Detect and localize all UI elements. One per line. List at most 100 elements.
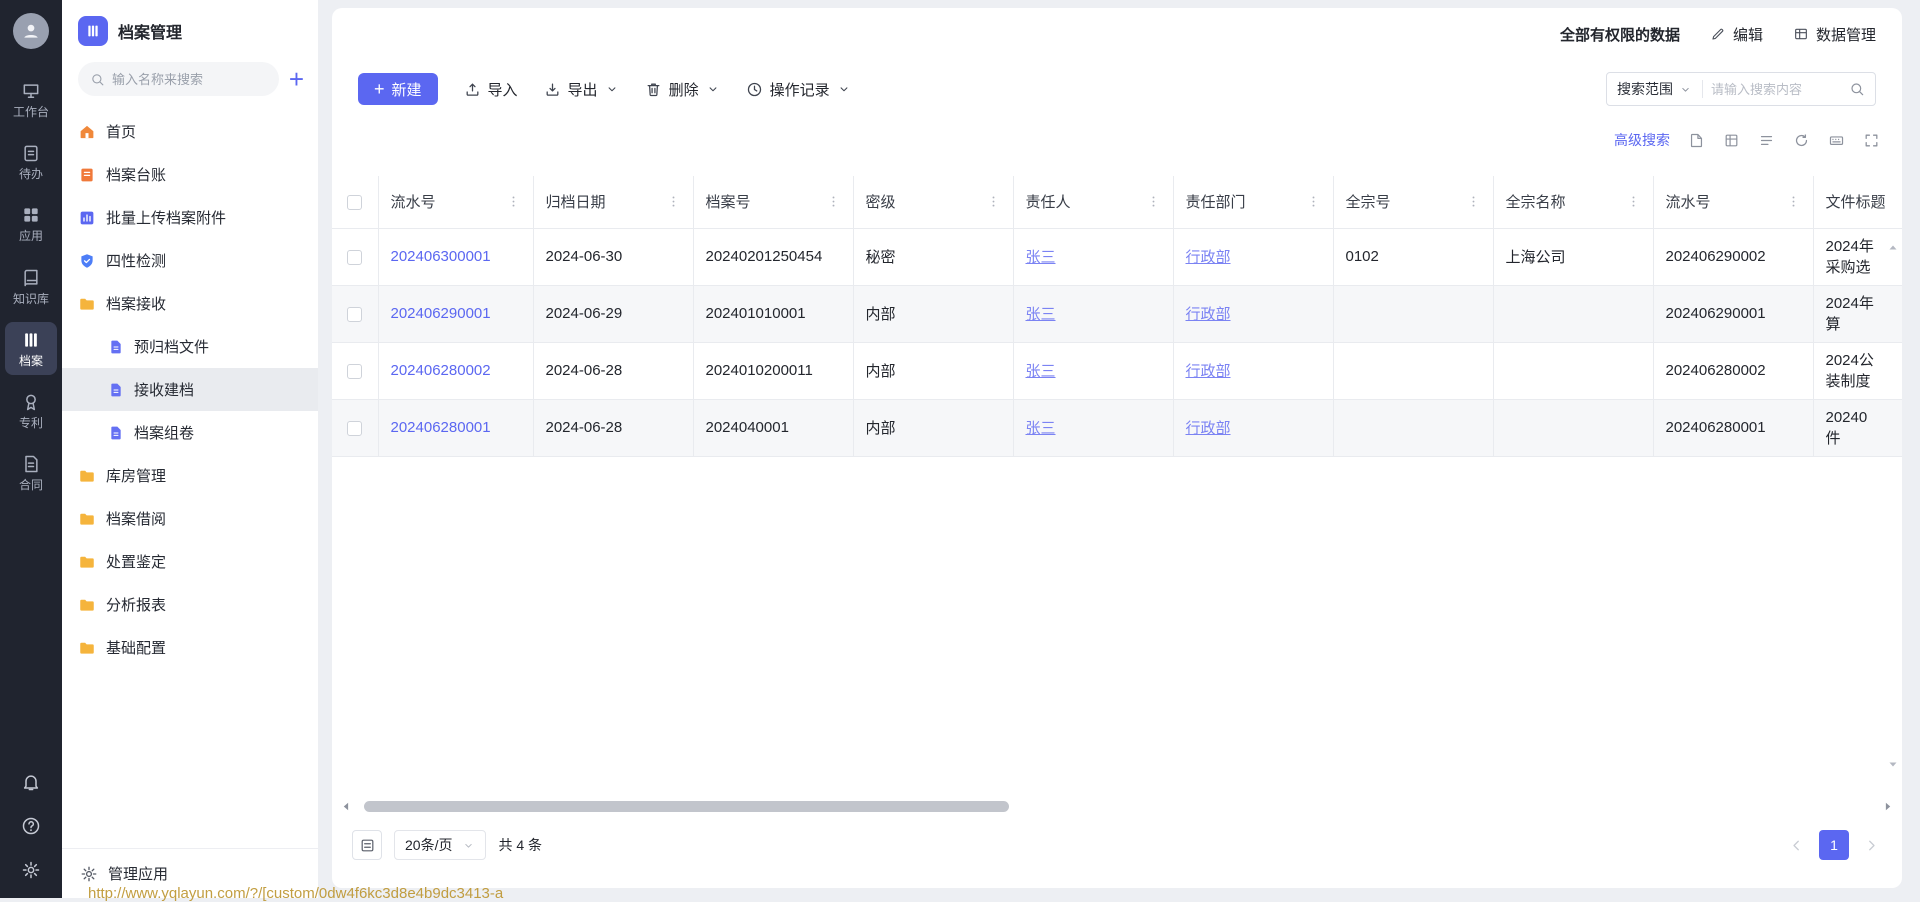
- rail-item-todo[interactable]: 待办: [5, 135, 57, 188]
- rail-item-archive[interactable]: 档案: [5, 322, 57, 375]
- search-submit-icon[interactable]: [1847, 81, 1875, 97]
- dept-link[interactable]: 行政部: [1186, 249, 1231, 266]
- row-checkbox[interactable]: [347, 307, 362, 322]
- sidebar-item-reports[interactable]: 分析报表: [62, 583, 318, 626]
- chevron-down-icon: [706, 82, 720, 96]
- column-menu-icon[interactable]: [1146, 194, 1161, 209]
- sidebar-item-borrow[interactable]: 档案借阅: [62, 497, 318, 540]
- pivot-view-icon[interactable]: [1723, 132, 1740, 149]
- dept-link[interactable]: 行政部: [1186, 306, 1231, 323]
- edit-button[interactable]: 编辑: [1710, 24, 1763, 45]
- table-row[interactable]: 202406280001 2024-06-28 2024040001 内部 张三…: [332, 399, 1902, 456]
- export-sheet-icon[interactable]: [1688, 132, 1705, 149]
- scroll-right-icon[interactable]: [1881, 800, 1894, 813]
- row-density-icon[interactable]: [1758, 132, 1775, 149]
- column-menu-icon[interactable]: [1306, 194, 1321, 209]
- select-all-checkbox[interactable]: [347, 195, 362, 210]
- operation-records-button[interactable]: 操作记录: [746, 79, 851, 100]
- column-header-dept[interactable]: 责任部门: [1173, 176, 1333, 228]
- prev-page-icon[interactable]: [1788, 837, 1805, 854]
- column-menu-icon[interactable]: [1626, 194, 1641, 209]
- data-manage-button[interactable]: 数据管理: [1793, 24, 1876, 45]
- sidebar-item-batch-upload[interactable]: 批量上传档案附件: [62, 196, 318, 239]
- sidebar-item-warehouse[interactable]: 库房管理: [62, 454, 318, 497]
- export-button[interactable]: 导出: [544, 79, 619, 100]
- serial-link[interactable]: 202406300001: [391, 248, 491, 265]
- serial-link[interactable]: 202406280001: [391, 419, 491, 436]
- owner-link[interactable]: 张三: [1026, 363, 1056, 380]
- fullscreen-icon[interactable]: [1863, 132, 1880, 149]
- column-header-file-title[interactable]: 文件标题: [1813, 176, 1902, 228]
- column-menu-icon[interactable]: [666, 194, 681, 209]
- owner-link[interactable]: 张三: [1026, 249, 1056, 266]
- row-checkbox[interactable]: [347, 421, 362, 436]
- column-header-serial[interactable]: 流水号: [378, 176, 533, 228]
- help-icon[interactable]: [21, 816, 41, 836]
- sidebar-item-archive-ledger[interactable]: 档案台账: [62, 153, 318, 196]
- user-avatar[interactable]: [13, 13, 49, 49]
- sidebar-item-receive-filing[interactable]: 接收建档: [62, 368, 318, 411]
- scroll-up-icon[interactable]: [1887, 242, 1899, 254]
- column-header-fonds-name[interactable]: 全宗名称: [1493, 176, 1653, 228]
- row-checkbox[interactable]: [347, 250, 362, 265]
- column-header-secrecy[interactable]: 密级: [853, 176, 1013, 228]
- row-checkbox[interactable]: [347, 364, 362, 379]
- rail-item-knowledge[interactable]: 知识库: [5, 260, 57, 313]
- cell-secrecy: 内部: [853, 342, 1013, 399]
- column-header-serial2[interactable]: 流水号: [1653, 176, 1813, 228]
- archive-icon: [21, 330, 41, 350]
- rail-item-patent[interactable]: 专利: [5, 384, 57, 437]
- column-header-fonds-no[interactable]: 全宗号: [1333, 176, 1493, 228]
- sidebar-item-pre-archive-files[interactable]: 预归档文件: [62, 325, 318, 368]
- record-detail-button[interactable]: [352, 830, 382, 860]
- column-menu-icon[interactable]: [986, 194, 1001, 209]
- new-record-button[interactable]: +新建: [358, 73, 438, 105]
- column-menu-icon[interactable]: [826, 194, 841, 209]
- column-menu-icon[interactable]: [1466, 194, 1481, 209]
- serial-link[interactable]: 202406290001: [391, 305, 491, 322]
- serial-link[interactable]: 202406280002: [391, 362, 491, 379]
- dept-link[interactable]: 行政部: [1186, 363, 1231, 380]
- sidebar-item-archive-binding[interactable]: 档案组卷: [62, 411, 318, 454]
- sidebar-item-basic-config[interactable]: 基础配置: [62, 626, 318, 669]
- table-search-input[interactable]: [1703, 82, 1847, 97]
- import-button[interactable]: 导入: [464, 79, 518, 100]
- scroll-left-icon[interactable]: [340, 800, 353, 813]
- rail-item-apps[interactable]: 应用: [5, 197, 57, 250]
- next-page-icon[interactable]: [1863, 837, 1880, 854]
- bell-icon[interactable]: [21, 772, 41, 792]
- settings-gear-icon[interactable]: [21, 860, 41, 880]
- sidebar-search-input[interactable]: [112, 72, 267, 87]
- column-header-archive-date[interactable]: 归档日期: [533, 176, 693, 228]
- page-size-select[interactable]: 20条/页: [394, 830, 486, 860]
- sidebar-item-archive-receive[interactable]: 档案接收: [62, 282, 318, 325]
- dept-link[interactable]: 行政部: [1186, 420, 1231, 437]
- refresh-icon[interactable]: [1793, 132, 1810, 149]
- table-row[interactable]: 202406280002 2024-06-28 2024010200011 内部…: [332, 342, 1902, 399]
- owner-link[interactable]: 张三: [1026, 306, 1056, 323]
- sidebar-item-disposal[interactable]: 处置鉴定: [62, 540, 318, 583]
- column-menu-icon[interactable]: [1786, 194, 1801, 209]
- column-header-archive-no[interactable]: 档案号: [693, 176, 853, 228]
- cell-dept: 行政部: [1173, 285, 1333, 342]
- owner-link[interactable]: 张三: [1026, 420, 1056, 437]
- rail-item-workbench[interactable]: 工作台: [5, 73, 57, 126]
- add-button[interactable]: +: [289, 68, 304, 90]
- column-menu-icon[interactable]: [506, 194, 521, 209]
- advanced-search-link[interactable]: 高级搜索: [1614, 130, 1670, 150]
- manage-app-button[interactable]: 管理应用: [62, 848, 318, 898]
- sidebar-item-home[interactable]: 首页: [62, 110, 318, 153]
- page-number-button[interactable]: 1: [1819, 830, 1849, 860]
- column-header-owner[interactable]: 责任人: [1013, 176, 1173, 228]
- scroll-down-icon[interactable]: [1887, 758, 1899, 770]
- rail-item-contract[interactable]: 合同: [5, 446, 57, 499]
- scrollbar-thumb[interactable]: [364, 801, 1009, 812]
- sidebar-search-box[interactable]: [78, 62, 279, 96]
- sidebar-item-four-checks[interactable]: 四性检测: [62, 239, 318, 282]
- search-scope-dropdown[interactable]: 搜索范围: [1607, 79, 1702, 99]
- delete-button[interactable]: 删除: [645, 79, 720, 100]
- table-row[interactable]: 202406290001 2024-06-29 202401010001 内部 …: [332, 285, 1902, 342]
- table-row[interactable]: 202406300001 2024-06-30 20240201250454 秘…: [332, 228, 1902, 285]
- horizontal-scrollbar[interactable]: [338, 798, 1896, 816]
- keyboard-icon[interactable]: [1828, 132, 1845, 149]
